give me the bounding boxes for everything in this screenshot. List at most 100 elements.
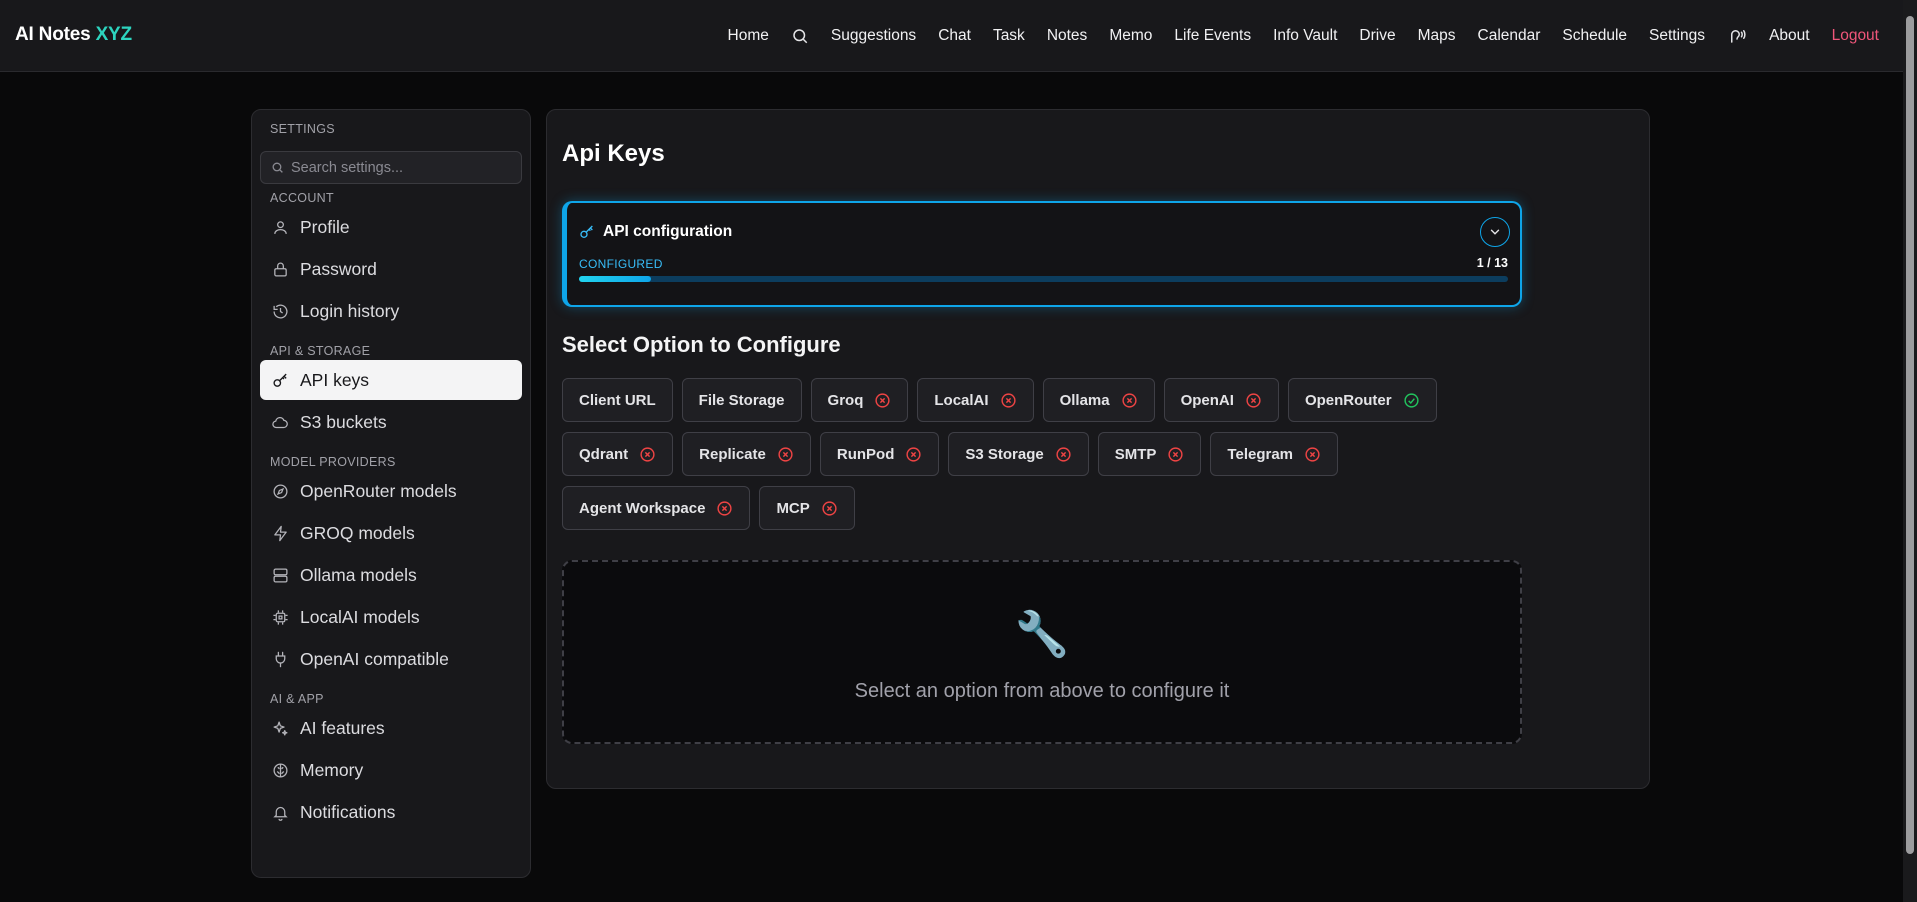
sidebar-item-label: LocalAI models <box>300 606 420 627</box>
progress-fill <box>579 276 651 282</box>
option-label: RunPod <box>836 445 895 463</box>
option-label: S3 Storage <box>965 445 1044 463</box>
sidebar-item-label: API keys <box>300 369 370 390</box>
option-label: Client URL <box>579 391 656 409</box>
sidebar-item-label: OpenAI compatible <box>300 648 449 669</box>
placeholder-message: Select an option from above to configure… <box>854 679 1230 702</box>
error-circle-icon <box>1121 392 1138 409</box>
brand-logo[interactable]: AI Notes XYZ <box>15 24 132 46</box>
sidebar-item-password[interactable]: Password <box>260 249 522 289</box>
option-label: OpenAI <box>1180 391 1234 409</box>
sidebar-item-label: Notifications <box>300 801 396 822</box>
nav-settings[interactable]: Settings <box>1649 27 1705 45</box>
sidebar-item-groq-models[interactable]: GROQ models <box>260 513 522 553</box>
nav-maps[interactable]: Maps <box>1418 27 1456 45</box>
error-circle-icon <box>874 392 891 409</box>
sidebar-item-ollama-models[interactable]: Ollama models <box>260 555 522 595</box>
api-configuration-card: API configuration CONFIGURED 1 / 13 <box>562 201 1522 307</box>
api-card-title: API configuration <box>603 223 733 240</box>
option-client-url[interactable]: Client URL <box>562 378 673 422</box>
nav-task[interactable]: Task <box>993 27 1025 45</box>
key-icon <box>579 224 595 240</box>
plug-icon <box>270 649 290 669</box>
option-list: Client URL File Storage Groq LocalAI Oll… <box>562 378 1522 540</box>
error-circle-icon <box>905 446 922 463</box>
nav-home[interactable]: Home <box>728 27 769 45</box>
chevron-down-icon <box>1488 225 1502 239</box>
error-circle-icon <box>639 446 656 463</box>
nav-memo[interactable]: Memo <box>1109 27 1152 45</box>
cloud-icon <box>270 412 290 432</box>
option-telegram[interactable]: Telegram <box>1210 432 1339 476</box>
option-mcp[interactable]: MCP <box>759 486 855 530</box>
nav-schedule[interactable]: Schedule <box>1562 27 1627 45</box>
sidebar-item-openai-compatible[interactable]: OpenAI compatible <box>260 639 522 679</box>
sidebar-item-s3-buckets[interactable]: S3 buckets <box>260 402 522 442</box>
error-circle-icon <box>1167 446 1184 463</box>
option-label: Qdrant <box>579 445 629 463</box>
sidebar-item-label: Ollama models <box>300 564 417 585</box>
option-openai[interactable]: OpenAI <box>1163 378 1279 422</box>
nav-about[interactable]: About <box>1769 27 1810 45</box>
sidebar-title: SETTINGS <box>270 122 335 136</box>
lock-icon <box>270 259 290 279</box>
settings-search-input[interactable] <box>291 159 511 176</box>
configured-status: CONFIGURED <box>579 257 663 271</box>
nav-suggestions[interactable]: Suggestions <box>831 27 916 45</box>
compass-icon <box>270 481 290 501</box>
expand-button[interactable] <box>1480 217 1510 247</box>
nav-calendar[interactable]: Calendar <box>1478 27 1541 45</box>
settings-sidebar: SETTINGS ACCOUNT Profile Password Login … <box>251 109 531 878</box>
option-agent-workspace[interactable]: Agent Workspace <box>562 486 751 530</box>
check-circle-icon <box>1403 392 1420 409</box>
sidebar-item-memory[interactable]: Memory <box>260 750 522 790</box>
option-localai[interactable]: LocalAI <box>917 378 1034 422</box>
nav-logout[interactable]: Logout <box>1832 27 1879 45</box>
error-circle-icon <box>716 500 733 517</box>
sparkles-icon <box>270 718 290 738</box>
search-icon[interactable] <box>791 27 809 45</box>
option-label: OpenRouter <box>1304 391 1392 409</box>
sidebar-item-label: AI features <box>300 717 385 738</box>
option-groq[interactable]: Groq <box>810 378 909 422</box>
sidebar-item-login-history[interactable]: Login history <box>260 291 522 331</box>
server-icon <box>270 565 290 585</box>
sidebar-item-notifications[interactable]: Notifications <box>260 792 522 832</box>
sidebar-item-label: Login history <box>300 300 400 321</box>
option-label: Agent Workspace <box>579 499 706 517</box>
option-label: LocalAI <box>934 391 989 409</box>
sidebar-item-profile[interactable]: Profile <box>260 207 522 247</box>
sidebar-item-ai-features[interactable]: AI features <box>260 708 522 748</box>
sidebar-item-label: GROQ models <box>300 522 415 543</box>
section-account: ACCOUNT <box>270 191 334 205</box>
page-scrollbar[interactable] <box>1903 0 1917 902</box>
option-runpod[interactable]: RunPod <box>819 432 940 476</box>
sidebar-item-api-keys[interactable]: API keys <box>260 360 522 400</box>
scrollbar-thumb[interactable] <box>1906 16 1914 854</box>
voice-icon[interactable] <box>1727 27 1747 45</box>
option-label: SMTP <box>1114 445 1157 463</box>
section-title: Select Option to Configure <box>562 332 841 357</box>
nav-chat[interactable]: Chat <box>938 27 971 45</box>
option-qdrant[interactable]: Qdrant <box>562 432 674 476</box>
nav-drive[interactable]: Drive <box>1359 27 1395 45</box>
sidebar-item-label: OpenRouter models <box>300 480 457 501</box>
option-file-storage[interactable]: File Storage <box>681 378 802 422</box>
section-ai-app: AI & APP <box>270 692 324 706</box>
option-ollama[interactable]: Ollama <box>1042 378 1155 422</box>
nav-info-vault[interactable]: Info Vault <box>1273 27 1337 45</box>
nav-notes[interactable]: Notes <box>1047 27 1088 45</box>
option-replicate[interactable]: Replicate <box>682 432 811 476</box>
option-s3-storage[interactable]: S3 Storage <box>948 432 1089 476</box>
cpu-icon <box>270 607 290 627</box>
wrench-icon: 🔧 <box>1014 609 1070 659</box>
nav-life-events[interactable]: Life Events <box>1174 27 1251 45</box>
error-circle-icon <box>777 446 794 463</box>
sidebar-item-label: Password <box>300 258 377 279</box>
option-smtp[interactable]: SMTP <box>1097 432 1202 476</box>
option-openrouter[interactable]: OpenRouter <box>1287 378 1437 422</box>
sidebar-item-localai-models[interactable]: LocalAI models <box>260 597 522 637</box>
sidebar-item-openrouter-models[interactable]: OpenRouter models <box>260 471 522 511</box>
top-navbar: AI Notes XYZ Home Suggestions Chat Task … <box>0 0 1903 72</box>
error-circle-icon <box>1055 446 1072 463</box>
